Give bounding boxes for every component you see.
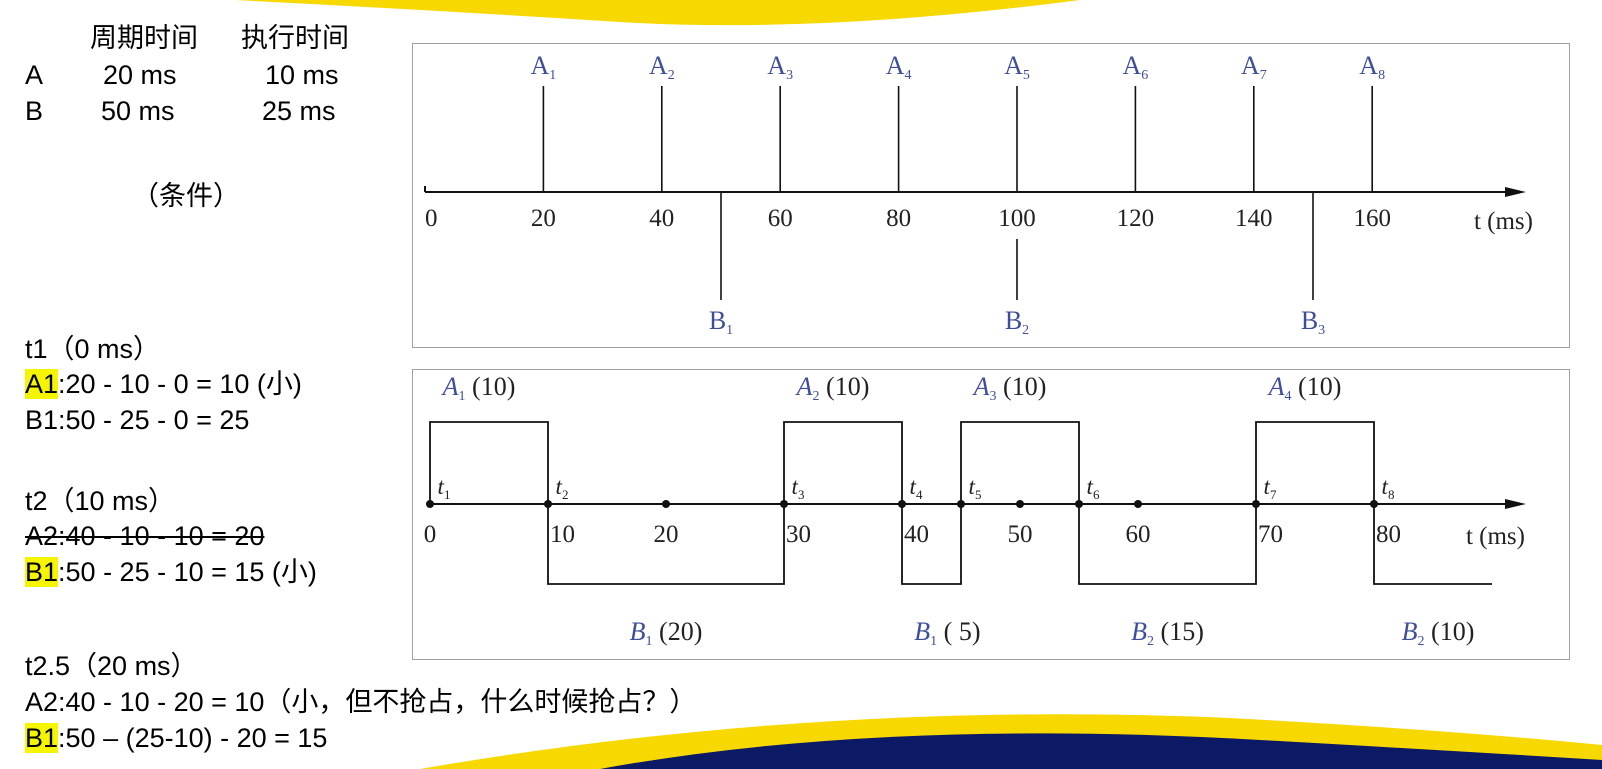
t25-a2-line: A2:40 - 10 - 20 = 10（小，但不抢占，什么时候抢占？）	[25, 687, 697, 717]
switch-label: t2	[556, 474, 569, 502]
b-exec-label: B2 (15)	[1131, 617, 1204, 649]
time-dot	[662, 500, 670, 508]
a-exec-label: A1 (10)	[441, 372, 516, 404]
t1-a1-line: A1:20 - 10 - 0 = 10 (小)	[25, 369, 302, 399]
switch-label: t4	[910, 474, 923, 502]
b-exec-label: B1 (20)	[630, 617, 703, 649]
tick-label: 60	[768, 205, 793, 232]
tick-label: 50	[1008, 521, 1033, 548]
a-release-label: A3	[767, 51, 793, 83]
a1-calc: :20 - 10 - 0 = 10 (小)	[58, 369, 302, 399]
b-release-label: B1	[709, 306, 733, 338]
t2-b1-line: B1:50 - 25 - 10 = 15 (小)	[25, 557, 317, 587]
tick-label: 120	[1117, 205, 1155, 232]
axis-label: t (ms)	[1474, 208, 1533, 235]
axis-label: t (ms)	[1466, 523, 1525, 550]
tick-label: 80	[1376, 521, 1401, 548]
t1-b1-line: B1:50 - 25 - 0 = 25	[25, 405, 250, 435]
b1-highlight-2: B1	[25, 723, 59, 753]
a1-highlight: A1	[25, 369, 59, 399]
tick-label: 60	[1126, 521, 1151, 548]
switch-label: t5	[969, 474, 982, 502]
switch-point	[898, 500, 906, 508]
task-b-period: 50 ms	[101, 96, 175, 126]
switch-point	[1370, 500, 1378, 508]
schedule-diagram: 0 10 20 30 40 50 60 70 80 t1 t2 t3 t4 t5 t6 t7 t8 t (ms) A…	[424, 372, 1526, 649]
b1-calc-2: :50 – (25-10) - 20 = 15	[58, 723, 328, 753]
t2-title: t2（10 ms）	[25, 486, 176, 516]
a-release-label: A8	[1359, 51, 1385, 83]
header-exec: 执行时间	[241, 23, 349, 53]
time-dot	[1134, 500, 1142, 508]
release-timeline: 0 20 40 60 80 100 120 140 160 t (ms) A1 A2 A3 A4 A5 A6 A…	[424, 51, 1533, 338]
switch-point	[544, 500, 552, 508]
b-release-label: B3	[1301, 306, 1325, 338]
a-release-label: A5	[1004, 51, 1030, 83]
b1-calc: :50 - 25 - 10 = 15 (小)	[58, 557, 317, 587]
a-release-label: A2	[649, 51, 675, 83]
tick-label: 140	[1235, 205, 1273, 232]
task-a-exec: 10 ms	[265, 60, 339, 90]
b-release-label: B2	[1005, 306, 1029, 338]
tick-label: 40	[649, 205, 674, 232]
schedule-panel: 0 10 20 30 40 50 60 70 80 t1 t2 t3 t4 t5 t6 t7 t8 t (ms) A…	[412, 369, 1570, 660]
switch-label: t7	[1264, 474, 1277, 502]
a-release-label: A4	[886, 51, 912, 83]
tick-label: 40	[904, 521, 929, 548]
b1-highlight: B1	[25, 557, 59, 587]
axis-arrowhead	[1505, 499, 1526, 509]
tick-label: 30	[786, 521, 811, 548]
switch-point	[780, 500, 788, 508]
time-dot	[1016, 500, 1024, 508]
axis-arrowhead	[1505, 187, 1526, 197]
switch-label: t3	[792, 474, 805, 502]
switch-label: t8	[1382, 474, 1395, 502]
t2-a2-line-struck: A2:40 - 10 - 10 = 20	[25, 521, 265, 551]
task-b-name: B	[25, 96, 44, 126]
task-a-name: A	[25, 60, 44, 90]
switch-label: t1	[438, 474, 451, 502]
tick-label: 20	[654, 521, 679, 548]
a-exec-label: A2 (10)	[795, 372, 870, 404]
switch-point	[1075, 500, 1083, 508]
tick-label: 10	[550, 521, 575, 548]
t1-title: t1（0 ms）	[25, 334, 161, 364]
header-period: 周期时间	[90, 23, 198, 53]
a-exec-label: A4 (10)	[1267, 372, 1342, 404]
t25-b1-line: B1:50 – (25-10) - 20 = 15	[25, 723, 328, 753]
tick-label: 0	[425, 205, 438, 232]
switch-point	[426, 500, 434, 508]
a-exec-label: A3 (10)	[972, 372, 1047, 404]
switch-point	[957, 500, 965, 508]
tick-label: 80	[886, 205, 911, 232]
switch-label: t6	[1087, 474, 1100, 502]
t25-title: t2.5（20 ms）	[25, 651, 198, 681]
release-timeline-panel: 0 20 40 60 80 100 120 140 160 t (ms) A1 A2 A3 A4 A5 A6 A…	[412, 43, 1570, 348]
a-release-label: A7	[1241, 51, 1267, 83]
tick-label: 70	[1258, 521, 1283, 548]
b-exec-label: B1 ( 5)	[914, 617, 980, 649]
switch-point	[1252, 500, 1260, 508]
tick-label: 0	[424, 521, 437, 548]
tick-label: 100	[998, 205, 1036, 232]
a-release-label: A1	[531, 51, 557, 83]
a-release-label: A6	[1123, 51, 1149, 83]
task-b-exec: 25 ms	[262, 96, 336, 126]
tick-label: 20	[531, 205, 556, 232]
b-exec-label: B2 (10)	[1402, 617, 1475, 649]
condition-caption: （条件）	[132, 181, 240, 211]
tick-label: 160	[1353, 205, 1391, 232]
task-a-period: 20 ms	[103, 60, 177, 90]
